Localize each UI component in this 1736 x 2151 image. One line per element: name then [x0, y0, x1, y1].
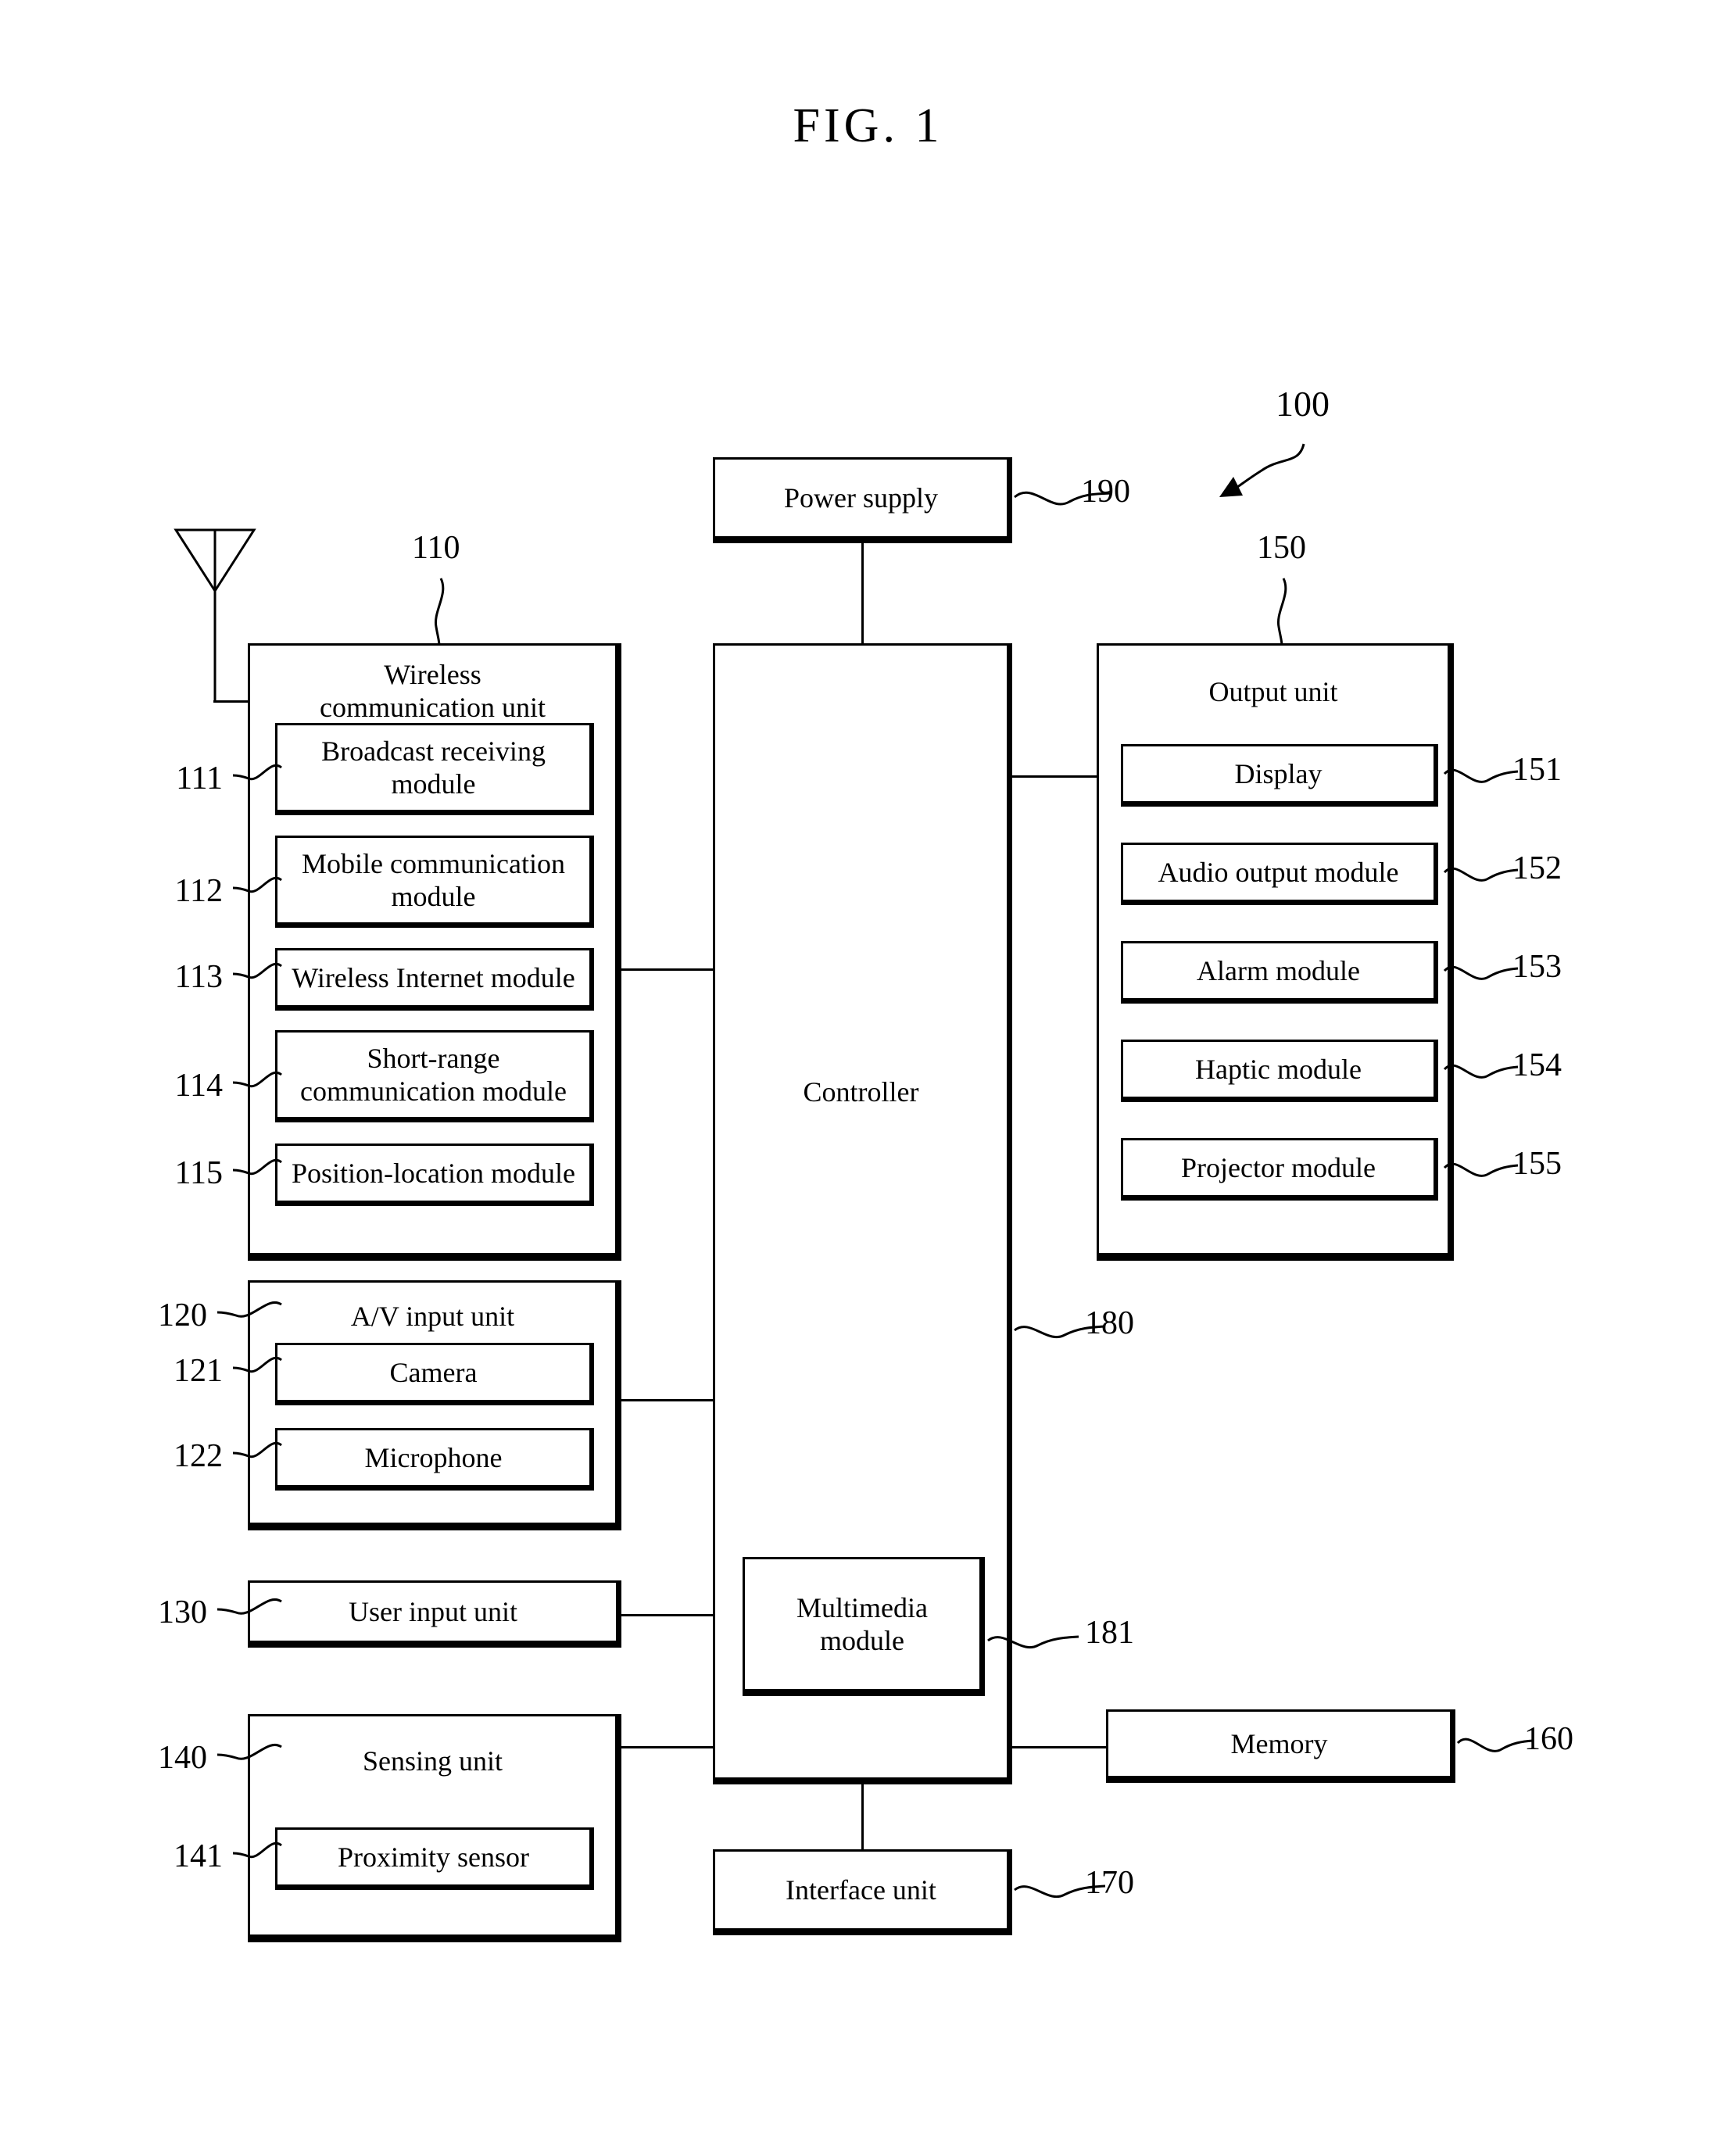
multimedia-module-label-1: Multimedia: [796, 1591, 928, 1623]
haptic-module-label: Haptic module: [1195, 1053, 1362, 1085]
camera-module-label: Camera: [389, 1356, 478, 1388]
user-input-to-controller-line: [621, 1614, 715, 1616]
mobile-communication-module-label-2: module: [391, 881, 476, 912]
ref-153: 153: [1512, 949, 1562, 985]
sensing-to-controller-line: [621, 1746, 715, 1748]
ref-100: 100: [1276, 384, 1330, 424]
controller-to-output-line: [1012, 775, 1100, 778]
memory-block: Memory: [1106, 1709, 1455, 1783]
ref-150: 150: [1257, 530, 1306, 566]
short-range-communication-module: Short-range communication module: [275, 1030, 594, 1122]
microphone-module: Microphone: [275, 1428, 594, 1491]
ref-170: 170: [1085, 1865, 1134, 1901]
display-module-label: Display: [1234, 757, 1323, 789]
ref-160: 160: [1524, 1721, 1573, 1757]
ref-152: 152: [1512, 850, 1562, 886]
haptic-module: Haptic module: [1121, 1040, 1438, 1102]
proximity-sensor-module: Proximity sensor: [275, 1827, 594, 1890]
ref-181: 181: [1085, 1615, 1134, 1651]
leader-115: [232, 1159, 282, 1176]
arrow-icon: [1219, 443, 1305, 497]
user-input-unit-label: User input unit: [349, 1595, 517, 1627]
leader-113: [232, 963, 282, 979]
position-location-module: Position-location module: [275, 1144, 594, 1206]
power-to-controller-line: [861, 542, 864, 644]
ref-114: 114: [174, 1068, 223, 1104]
projector-module: Projector module: [1121, 1138, 1438, 1201]
broadcast-receiving-module: Broadcast receiving module: [275, 723, 594, 815]
display-module: Display: [1121, 744, 1438, 807]
leader-112: [232, 877, 282, 893]
output-unit-title: Output unit: [1208, 676, 1338, 707]
av-input-to-controller-line: [621, 1399, 715, 1401]
camera-module: Camera: [275, 1343, 594, 1405]
ref-141: 141: [174, 1838, 223, 1874]
leader-122: [232, 1442, 282, 1458]
controller-to-interface-line: [861, 1784, 864, 1850]
microphone-module-label: Microphone: [364, 1441, 503, 1473]
wireless-internet-module-label: Wireless Internet module: [292, 961, 575, 993]
antenna-icon: [174, 528, 256, 702]
memory-label: Memory: [1230, 1727, 1328, 1759]
position-location-module-label: Position-location module: [292, 1157, 575, 1189]
alarm-module: Alarm module: [1121, 941, 1438, 1004]
ref-180: 180: [1085, 1305, 1134, 1341]
mobile-communication-module-label-1: Mobile communication: [302, 847, 565, 879]
leader-120: [217, 1301, 282, 1318]
user-input-unit: User input unit: [248, 1580, 621, 1648]
multimedia-module: Multimedia module: [743, 1557, 985, 1696]
ref-120: 120: [158, 1297, 207, 1333]
leader-121: [232, 1357, 282, 1373]
proximity-sensor-module-label: Proximity sensor: [337, 1841, 529, 1873]
leader-114: [232, 1072, 282, 1088]
ref-154: 154: [1512, 1047, 1562, 1083]
av-input-unit: A/V input unit: [248, 1280, 621, 1530]
audio-output-module: Audio output module: [1121, 843, 1438, 905]
wireless-to-controller-line: [621, 968, 715, 971]
ref-113: 113: [174, 959, 223, 995]
audio-output-module-label: Audio output module: [1158, 856, 1399, 888]
sensing-unit-title: Sensing unit: [362, 1745, 503, 1777]
interface-unit-label: Interface unit: [786, 1874, 936, 1906]
power-supply-label: Power supply: [784, 481, 938, 514]
figure-title: FIG. 1: [793, 99, 943, 152]
leader-130: [217, 1598, 282, 1615]
ref-121: 121: [174, 1353, 223, 1389]
projector-module-label: Projector module: [1181, 1151, 1376, 1183]
patent-figure: FIG. 1 Power supply 190 100 Wireless com…: [0, 0, 1736, 2151]
ref-112: 112: [174, 873, 223, 909]
wireless-internet-module: Wireless Internet module: [275, 948, 594, 1011]
ref-115: 115: [174, 1155, 223, 1191]
av-input-unit-title: A/V input unit: [350, 1301, 515, 1332]
ref-155: 155: [1512, 1146, 1562, 1182]
alarm-module-label: Alarm module: [1197, 954, 1360, 986]
ref-130: 130: [158, 1594, 207, 1630]
short-range-communication-module-label-2: communication module: [300, 1076, 567, 1107]
leader-140: [217, 1744, 282, 1760]
mobile-communication-module: Mobile communication module: [275, 836, 594, 928]
broadcast-receiving-module-label-2: module: [391, 768, 476, 800]
multimedia-module-label-2: module: [820, 1625, 904, 1656]
power-supply-block: Power supply: [713, 457, 1012, 543]
controller-label: Controller: [803, 1076, 919, 1108]
ref-190: 190: [1081, 474, 1130, 510]
leader-150: [1276, 578, 1287, 646]
broadcast-receiving-module-label-1: Broadcast receiving: [321, 735, 546, 767]
short-range-communication-module-label-1: Short-range: [367, 1042, 500, 1074]
leader-110: [434, 578, 445, 646]
ref-122: 122: [174, 1438, 223, 1474]
leader-111: [232, 764, 282, 781]
ref-151: 151: [1512, 752, 1562, 788]
ref-140: 140: [158, 1740, 207, 1776]
ref-110: 110: [412, 530, 460, 566]
ref-111: 111: [176, 761, 223, 796]
leader-141: [232, 1842, 282, 1859]
interface-unit-block: Interface unit: [713, 1849, 1012, 1935]
controller-to-memory-line: [1012, 1746, 1108, 1748]
